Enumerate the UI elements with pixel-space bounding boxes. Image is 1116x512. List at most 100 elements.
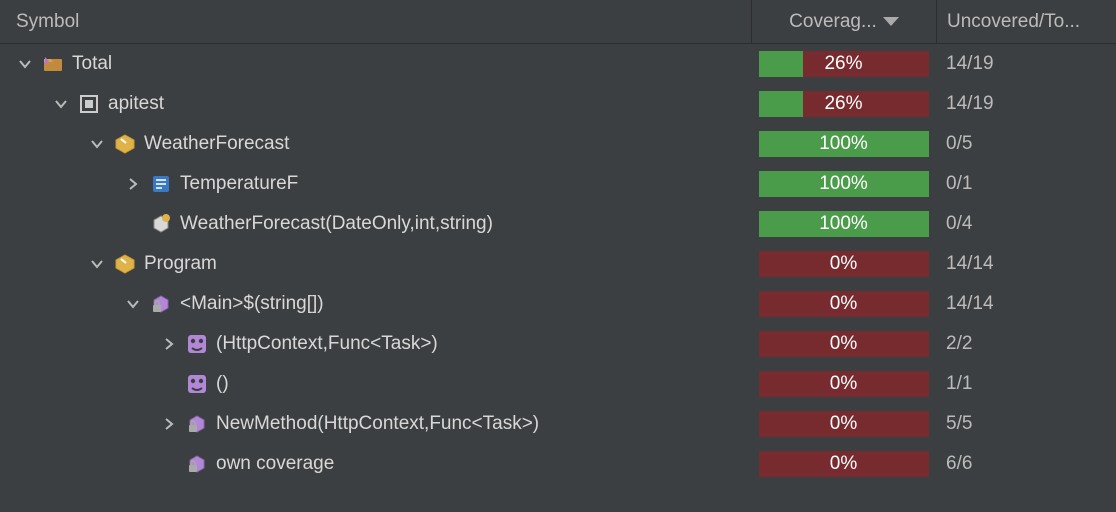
symbol-label: own coverage [216, 453, 334, 475]
symbol-label: Program [144, 253, 217, 275]
chevron-right-icon[interactable] [160, 415, 178, 433]
chevron-down-icon[interactable] [16, 55, 34, 73]
symbol-cell: TemperatureF [0, 173, 751, 195]
uncovered-value: 14/14 [946, 293, 994, 315]
symbol-cell: own coverage [0, 453, 751, 475]
lockpkg-icon [186, 453, 208, 475]
tree-row[interactable]: () 0% 1/1 [0, 364, 1116, 404]
lockpkg-icon [150, 293, 172, 315]
coverage-bar: 0% [759, 331, 929, 357]
folder-icon [42, 53, 64, 75]
chevron-right-icon[interactable] [160, 335, 178, 353]
tree-row[interactable]: NewMethod(HttpContext,Func<Task>) 0% 5/5 [0, 404, 1116, 444]
coverage-cell: 0% [751, 411, 936, 437]
coverage-fill [759, 91, 803, 117]
uncovered-cell: 1/1 [936, 373, 1116, 395]
coverage-bar: 100% [759, 131, 929, 157]
coverage-percent: 100% [819, 213, 868, 235]
symbol-cell: NewMethod(HttpContext,Func<Task>) [0, 413, 751, 435]
symbol-cell: apitest [0, 93, 751, 115]
coverage-bar: 100% [759, 171, 929, 197]
column-coverage[interactable]: Coverag... [751, 0, 936, 43]
coverage-cell: 26% [751, 51, 936, 77]
module-icon [78, 93, 100, 115]
symbol-cell: <Main>$(string[]) [0, 293, 751, 315]
sort-desc-icon [883, 17, 899, 26]
symbol-cell: () [0, 373, 751, 395]
symbol-cell: Program [0, 253, 751, 275]
header-row: Symbol Coverag... Uncovered/To... [0, 0, 1116, 44]
tree-row[interactable]: <Main>$(string[]) 0% 14/14 [0, 284, 1116, 324]
coverage-percent: 0% [830, 373, 857, 395]
chevron-down-icon[interactable] [124, 295, 142, 313]
coverage-cell: 100% [751, 131, 936, 157]
symbol-cell: (HttpContext,Func<Task>) [0, 333, 751, 355]
uncovered-cell: 6/6 [936, 453, 1116, 475]
symbol-cell: Total [0, 53, 751, 75]
class-icon [114, 253, 136, 275]
tree-row[interactable]: (HttpContext,Func<Task>) 0% 2/2 [0, 324, 1116, 364]
tree-row[interactable]: TemperatureF 100% 0/1 [0, 164, 1116, 204]
coverage-cell: 100% [751, 211, 936, 237]
coverage-percent: 0% [830, 413, 857, 435]
tree-row[interactable]: apitest 26% 14/19 [0, 84, 1116, 124]
coverage-bar: 26% [759, 91, 929, 117]
column-symbol[interactable]: Symbol [16, 11, 751, 33]
tree-row[interactable]: Total 26% 14/19 [0, 44, 1116, 84]
coverage-bar: 0% [759, 291, 929, 317]
coverage-percent: 26% [824, 53, 862, 75]
coverage-cell: 100% [751, 171, 936, 197]
coverage-bar: 0% [759, 451, 929, 477]
symbol-label: TemperatureF [180, 173, 298, 195]
coverage-cell: 0% [751, 451, 936, 477]
uncovered-cell: 0/5 [936, 133, 1116, 155]
uncovered-value: 5/5 [946, 413, 972, 435]
column-symbol-label: Symbol [16, 11, 79, 32]
symbol-label: Total [72, 53, 112, 75]
chevron-down-icon[interactable] [88, 135, 106, 153]
uncovered-cell: 0/4 [936, 213, 1116, 235]
uncovered-value: 0/4 [946, 213, 972, 235]
symbol-label: (HttpContext,Func<Task>) [216, 333, 438, 355]
uncovered-cell: 14/19 [936, 93, 1116, 115]
coverage-cell: 0% [751, 371, 936, 397]
coverage-bar: 26% [759, 51, 929, 77]
uncovered-value: 0/1 [946, 173, 972, 195]
symbol-label: NewMethod(HttpContext,Func<Task>) [216, 413, 539, 435]
uncovered-value: 14/19 [946, 53, 994, 75]
coverage-cell: 0% [751, 331, 936, 357]
uncovered-value: 1/1 [946, 373, 972, 395]
tree-rows: Total 26% 14/19 apitest 26% 14/19 WeatherForec… [0, 44, 1116, 484]
tree-row[interactable]: WeatherForecast 100% 0/5 [0, 124, 1116, 164]
chevron-down-icon[interactable] [52, 95, 70, 113]
uncovered-value: 2/2 [946, 333, 972, 355]
uncovered-value: 14/19 [946, 93, 994, 115]
coverage-percent: 0% [830, 333, 857, 355]
symbol-label: WeatherForecast [144, 133, 289, 155]
symbol-label: WeatherForecast(DateOnly,int,string) [180, 213, 493, 235]
lockpkg-icon [186, 413, 208, 435]
uncovered-cell: 2/2 [936, 333, 1116, 355]
column-uncovered-label: Uncovered/To... [947, 11, 1080, 33]
coverage-cell: 26% [751, 91, 936, 117]
chevron-down-icon[interactable] [88, 255, 106, 273]
tree-row[interactable]: WeatherForecast(DateOnly,int,string) 100%… [0, 204, 1116, 244]
method-icon [150, 213, 172, 235]
coverage-cell: 0% [751, 291, 936, 317]
coverage-bar: 0% [759, 251, 929, 277]
coverage-fill [759, 51, 803, 77]
column-uncovered[interactable]: Uncovered/To... [936, 0, 1116, 43]
class-icon [114, 133, 136, 155]
coverage-bar: 0% [759, 411, 929, 437]
uncovered-cell: 14/19 [936, 53, 1116, 75]
uncovered-cell: 5/5 [936, 413, 1116, 435]
uncovered-value: 0/5 [946, 133, 972, 155]
coverage-percent: 26% [824, 93, 862, 115]
coverage-percent: 100% [819, 133, 868, 155]
uncovered-cell: 14/14 [936, 253, 1116, 275]
tree-row[interactable]: Program 0% 14/14 [0, 244, 1116, 284]
tree-row[interactable]: own coverage 0% 6/6 [0, 444, 1116, 484]
coverage-panel: Symbol Coverag... Uncovered/To... Total 2… [0, 0, 1116, 512]
chevron-right-icon[interactable] [124, 175, 142, 193]
coverage-bar: 0% [759, 371, 929, 397]
